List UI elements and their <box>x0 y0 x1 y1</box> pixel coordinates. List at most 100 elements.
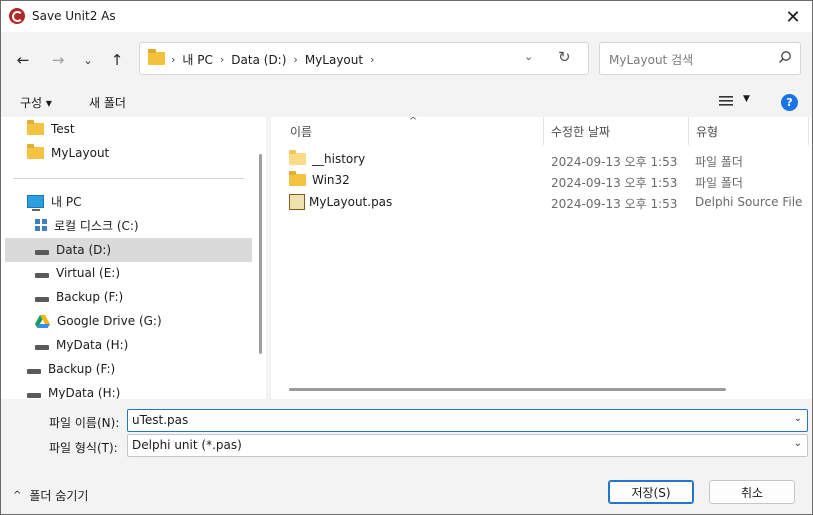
file-name: Win32 <box>312 173 350 187</box>
folder-icon <box>148 49 165 65</box>
sidebar-item-backup-f-network[interactable]: Backup (F:) <box>27 357 115 381</box>
delphi-app-icon <box>9 8 25 24</box>
file-name: MyLayout.pas <box>309 195 393 209</box>
file-list-horizontal-scrollbar[interactable] <box>289 388 726 391</box>
sidebar-item-virtual-e[interactable]: Virtual (E:) <box>35 261 120 285</box>
sort-ascending-icon: ^ <box>409 117 418 127</box>
navigation-bar: ← → ⌄ ↑ › 내 PC › Data (D:) › MyLayout › … <box>1 32 812 87</box>
column-divider[interactable] <box>808 117 809 145</box>
folder-icon <box>289 150 306 165</box>
refresh-icon[interactable]: ↻ <box>558 48 571 66</box>
folder-icon <box>27 120 44 135</box>
title-bar: Save Unit2 As ✕ <box>1 1 812 32</box>
breadcrumb-item-data-drive[interactable]: Data (D:) <box>231 53 286 67</box>
navigation-pane-scrollbar[interactable] <box>259 154 262 354</box>
chevron-right-icon: › <box>171 53 176 66</box>
new-folder-button[interactable]: 새 폴더 <box>89 94 126 111</box>
organize-button[interactable]: 구성 ▾ <box>20 94 52 111</box>
file-date: 2024-09-13 오후 1:53 <box>551 176 678 190</box>
address-dropdown-chevron-icon[interactable]: ⌄ <box>524 50 533 63</box>
command-bar: 구성 ▾ 새 폴더 ▼ ? <box>1 87 812 117</box>
filename-field[interactable]: uTest.pas ⌄ <box>127 409 808 432</box>
sidebar-item-this-pc[interactable]: 내 PC <box>27 189 81 213</box>
search-input[interactable]: MyLayout 검색 <box>599 42 801 75</box>
sidebar-item-label: Backup (F:) <box>48 362 116 376</box>
column-divider[interactable] <box>688 117 689 145</box>
hide-folders-label: 폴더 숨기기 <box>29 489 89 503</box>
column-header-date-modified[interactable]: 수정한 날짜 <box>551 123 610 140</box>
divider <box>13 178 244 179</box>
file-type: 파일 폴더 <box>695 155 743 169</box>
hide-folders-button[interactable]: ^ 폴더 숨기기 <box>13 487 88 504</box>
navigation-pane[interactable]: Test MyLayout 내 PC 로컬 디스크 (C:) Data (D:)… <box>1 117 266 399</box>
chevron-up-icon: ^ <box>13 490 22 501</box>
file-name-cell: Win32 <box>289 171 350 187</box>
file-type: 파일 폴더 <box>695 176 743 190</box>
drive-icon <box>27 392 41 398</box>
column-header-type[interactable]: 유형 <box>696 123 718 140</box>
sidebar-item-local-disk-c[interactable]: 로컬 디스크 (C:) <box>35 213 139 237</box>
address-bar[interactable]: › 내 PC › Data (D:) › MyLayout › ⌄ ↻ <box>139 42 589 75</box>
sidebar-item-mylayout[interactable]: MyLayout <box>27 141 109 165</box>
folder-icon <box>289 171 306 186</box>
filetype-select[interactable]: Delphi unit (*.pas) ⌄ <box>127 434 808 457</box>
search-icon[interactable] <box>778 50 792 64</box>
filename-value: uTest.pas <box>132 413 189 427</box>
file-name-cell: MyLayout.pas <box>289 194 392 210</box>
breadcrumb-item-this-pc[interactable]: 내 PC <box>182 51 212 68</box>
view-options-icon[interactable] <box>719 95 733 107</box>
save-button[interactable]: 저장(S) <box>608 480 694 504</box>
up-arrow-icon[interactable]: ↑ <box>106 49 128 71</box>
sidebar-item-mydata-h[interactable]: MyData (H:) <box>35 333 128 357</box>
search-placeholder: MyLayout 검색 <box>609 53 694 67</box>
drive-icon <box>27 368 41 374</box>
sidebar-item-test[interactable]: Test <box>27 117 75 141</box>
file-name-cell: __history <box>289 150 366 166</box>
filetype-value: Delphi unit (*.pas) <box>132 438 242 452</box>
view-dropdown-icon[interactable]: ▼ <box>743 94 750 104</box>
table-row[interactable]: __history 2024-09-13 오후 1:53 파일 폴더 <box>289 149 809 170</box>
sidebar-item-backup-f[interactable]: Backup (F:) <box>35 285 123 309</box>
drive-icon <box>35 249 49 255</box>
back-arrow-icon[interactable]: ← <box>12 49 34 71</box>
breadcrumb: › 내 PC › Data (D:) › MyLayout › <box>171 51 381 68</box>
chevron-right-icon: › <box>219 53 225 66</box>
sidebar-item-google-drive-g[interactable]: Google Drive (G:) <box>35 309 162 333</box>
sidebar-item-data-d[interactable]: Data (D:) <box>5 238 252 262</box>
drive-icon <box>35 272 49 278</box>
sidebar-item-label: 로컬 디스크 (C:) <box>54 218 139 233</box>
save-dialog: Save Unit2 As ✕ ← → ⌄ ↑ › 내 PC › Data (D… <box>0 0 813 515</box>
drive-icon <box>35 344 49 350</box>
sidebar-item-label: Virtual (E:) <box>56 266 121 280</box>
table-row[interactable]: MyLayout.pas 2024-09-13 오후 1:53 Delphi S… <box>289 191 809 212</box>
chevron-right-icon: › <box>293 53 298 66</box>
close-icon[interactable]: ✕ <box>780 4 806 30</box>
breadcrumb-item-mylayout[interactable]: MyLayout <box>305 53 363 67</box>
google-drive-icon <box>35 314 50 328</box>
pc-icon <box>27 194 44 211</box>
sidebar-item-mydata-h-network[interactable]: MyData (H:) <box>27 381 120 399</box>
chevron-down-icon[interactable]: ⌄ <box>794 438 802 449</box>
file-list[interactable]: ^ 이름 수정한 날짜 유형 __history 2024-09-13 오후 1… <box>271 117 812 399</box>
recent-locations-chevron-icon[interactable]: ⌄ <box>77 49 99 71</box>
file-name: __history <box>312 152 366 166</box>
sidebar-item-label: Google Drive (G:) <box>57 314 162 328</box>
sidebar-item-label: MyData (H:) <box>56 338 129 352</box>
filename-label: 파일 이름(N): <box>49 416 120 430</box>
cancel-button[interactable]: 취소 <box>709 480 795 504</box>
forward-arrow-icon[interactable]: → <box>47 49 69 71</box>
sidebar-item-label: 내 PC <box>51 194 82 209</box>
sidebar-item-label: MyLayout <box>51 146 110 160</box>
table-row[interactable]: Win32 2024-09-13 오후 1:53 파일 폴더 <box>289 170 809 191</box>
chevron-down-icon[interactable]: ⌄ <box>794 413 802 424</box>
sidebar-item-label: Backup (F:) <box>56 290 124 304</box>
help-icon[interactable]: ? <box>781 94 798 111</box>
sidebar-item-label: Test <box>51 122 75 136</box>
windows-drive-icon <box>35 219 47 231</box>
column-header-name[interactable]: 이름 <box>290 123 312 140</box>
file-type: Delphi Source File <box>695 195 803 209</box>
chevron-right-icon[interactable]: › <box>370 53 374 66</box>
column-divider[interactable] <box>543 117 544 145</box>
file-date: 2024-09-13 오후 1:53 <box>551 155 678 169</box>
file-date: 2024-09-13 오후 1:53 <box>551 197 678 211</box>
